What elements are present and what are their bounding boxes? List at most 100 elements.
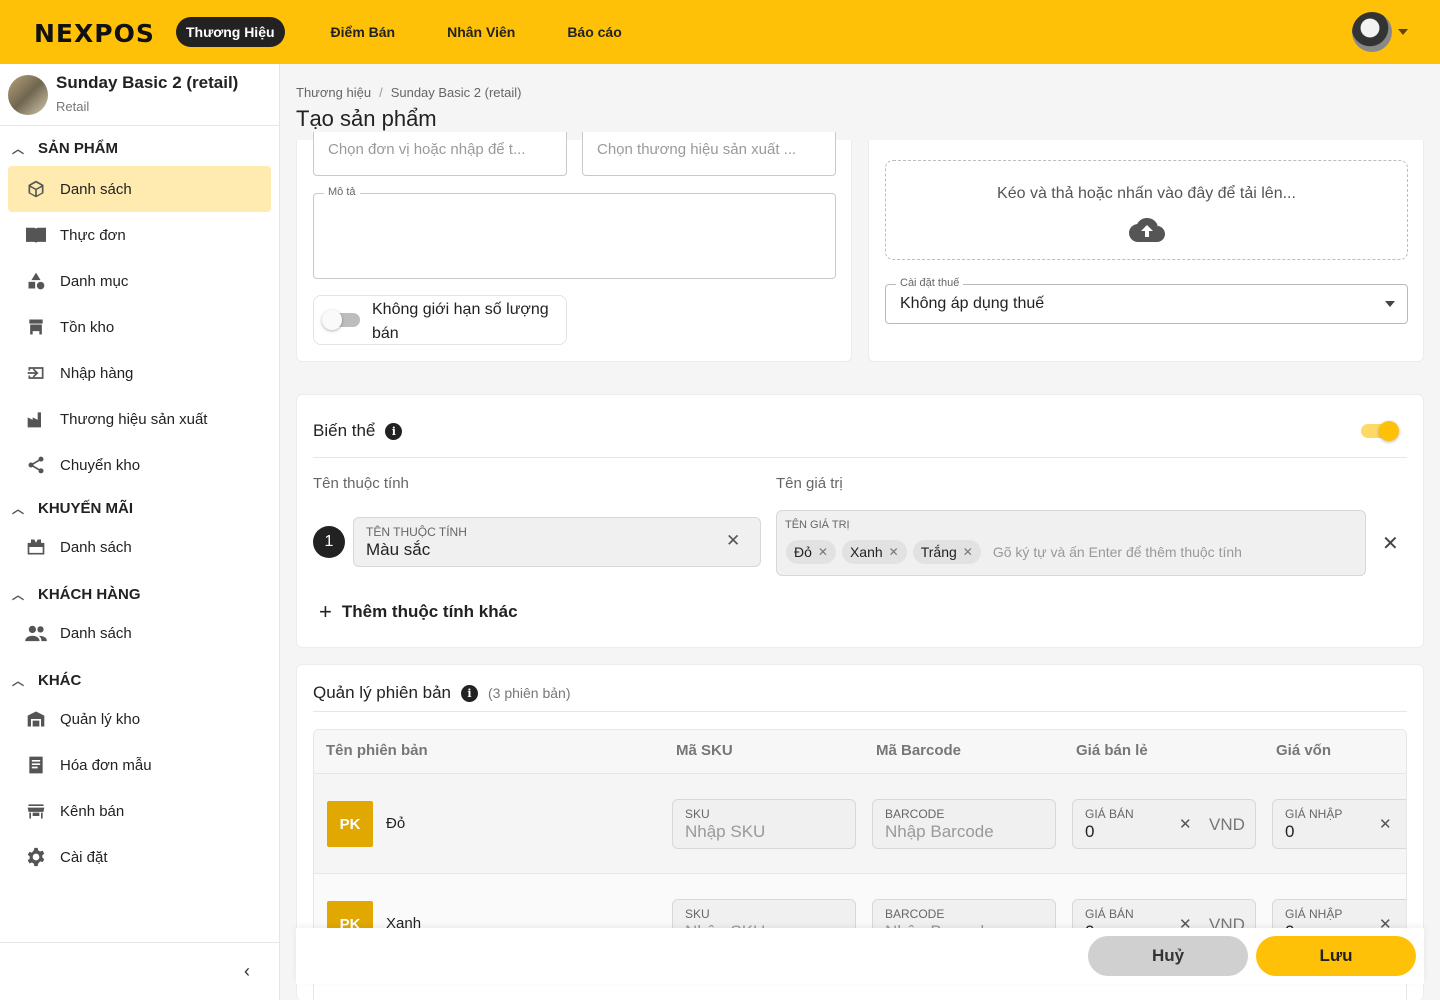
close-icon[interactable]: ✕ [818, 545, 828, 559]
sidebar-item-label: Cài đặt [60, 848, 108, 866]
header-name: Tên phiên bản [326, 742, 428, 759]
variants-card: Biến thể i Tên thuộc tính Tên giá trị 1 … [296, 394, 1424, 648]
versions-title: Quản lý phiên bản [313, 683, 451, 702]
cost-label: GIÁ NHẬP [1285, 807, 1343, 821]
sidebar-item-product-list[interactable]: Danh sách [8, 166, 271, 212]
close-icon[interactable]: ✕ [963, 545, 973, 559]
divider [313, 457, 1407, 458]
section-title: SẢN PHẨM [38, 139, 119, 157]
action-bar: Huỷ Lưu [296, 928, 1424, 984]
attr-column-header: Tên thuộc tính [313, 475, 409, 492]
section-title: KHUYẾN MÃI [38, 499, 134, 517]
warehouse-icon [24, 707, 48, 731]
header-cost-price: Giá vốn [1276, 742, 1332, 759]
versions-count: (3 phiên bản) [488, 685, 571, 701]
values-input-placeholder[interactable]: Gõ ký tự và ấn Enter để thêm thuộc tính [993, 544, 1242, 560]
sidebar-item-inventory[interactable]: Tồn kho [8, 304, 271, 350]
info-icon[interactable]: i [385, 422, 403, 440]
price-value: 0 [1085, 822, 1095, 841]
attribute-values-field[interactable]: TÊN GIÁ TRỊ Đỏ ✕ Xanh ✕ Trắng ✕ Gõ ký tự và… [776, 510, 1366, 576]
sidebar-item-label: Thương hiệu sản xuất [60, 410, 208, 428]
store-avatar [8, 75, 48, 115]
breadcrumb: Thương hiệu / Sunday Basic 2 (retail) [296, 85, 522, 100]
variant-badge: PK [327, 801, 373, 847]
sidebar-item-settings[interactable]: Cài đặt [8, 834, 271, 880]
save-button[interactable]: Lưu [1256, 936, 1416, 976]
nexpos-logo[interactable]: NEXPOS [34, 19, 155, 48]
sidebar-item-promo-list[interactable]: Danh sách [8, 524, 271, 570]
sidebar-item-manufacturer[interactable]: Thương hiệu sản xuất [8, 396, 271, 442]
sidebar-item-menu[interactable]: Thực đơn [8, 212, 271, 258]
tax-label: Cài đặt thuế [896, 277, 964, 289]
section-products[interactable]: ︿ SẢN PHẨM [12, 136, 118, 160]
unlimited-stock-toggle[interactable]: Không giới hạn số lượng bán [313, 295, 567, 345]
price-input[interactable]: GIÁ BÁN 0 ✕ VND [1072, 799, 1256, 849]
value-chip: Trắng ✕ [912, 540, 981, 564]
nav-store[interactable]: Điểm Bán [321, 17, 406, 47]
chevron-left-icon[interactable]: ‹ [244, 961, 250, 982]
tax-value: Không áp dụng thuế [900, 295, 1045, 312]
attribute-name-field[interactable]: TÊN THUỘC TÍNH Màu sắc ✕ [353, 517, 761, 567]
user-avatar[interactable] [1352, 12, 1392, 52]
nav-staff[interactable]: Nhân Viên [437, 17, 525, 47]
sku-label: SKU [685, 807, 710, 821]
share-icon [24, 453, 48, 477]
sku-input[interactable]: SKU Nhập SKU [672, 799, 856, 849]
clear-icon[interactable]: ✕ [1179, 815, 1192, 833]
variants-switch-knob[interactable] [1379, 421, 1399, 441]
gear-icon [24, 845, 48, 869]
breadcrumb-store[interactable]: Sunday Basic 2 (retail) [391, 85, 522, 100]
upload-dropzone[interactable]: Kéo và thả hoặc nhấn vào đây để tải lên.… [885, 160, 1408, 260]
chevron-up-icon: ︿ [12, 141, 25, 156]
sidebar-item-transfer[interactable]: Chuyển kho [8, 442, 271, 488]
chip-label: Xanh [849, 544, 883, 560]
upload-text: Kéo và thả hoặc nhấn vào đây để tải lên.… [997, 185, 1296, 202]
sidebar: Sunday Basic 2 (retail) Retail ︿ SẢN PHẨM… [0, 64, 280, 1000]
sidebar-item-sales-channel[interactable]: Kênh bán [8, 788, 271, 834]
nav-brand[interactable]: Thương Hiệu [176, 17, 285, 47]
info-icon[interactable]: i [461, 684, 478, 702]
clear-icon[interactable]: ✕ [726, 531, 740, 551]
close-icon[interactable]: ✕ [889, 545, 899, 559]
cancel-button[interactable]: Huỷ [1088, 936, 1248, 976]
table-row: PK Đỏ SKU Nhập SKU BARCODE Nhập Barcode … [314, 774, 1406, 874]
page-title: Tạo sản phẩm [296, 106, 437, 131]
section-promotions[interactable]: ︿ KHUYẾN MÃI [12, 496, 133, 520]
people-icon [24, 621, 48, 645]
caret-down-icon[interactable] [1398, 29, 1408, 35]
add-attribute-button[interactable]: + Thêm thuộc tính khác [319, 599, 518, 625]
breadcrumb-brand[interactable]: Thương hiệu [296, 85, 371, 100]
sidebar-item-category[interactable]: Danh mục [8, 258, 271, 304]
receipt-icon [24, 753, 48, 777]
chevron-up-icon: ︿ [12, 673, 25, 688]
barcode-input[interactable]: BARCODE Nhập Barcode [872, 799, 1056, 849]
store-header[interactable]: Sunday Basic 2 (retail) Retail [0, 64, 280, 126]
variants-header: Biến thể i [313, 421, 403, 441]
sidebar-item-customer-list[interactable]: Danh sách [8, 610, 271, 656]
sidebar-item-label: Quản lý kho [60, 710, 141, 728]
versions-header: Quản lý phiên bản i (3 phiên bản) [313, 683, 571, 703]
description-textarea[interactable]: Mô tả [313, 186, 836, 279]
sidebar-item-warehouse[interactable]: Quản lý kho [8, 696, 271, 742]
brand-select[interactable]: Chọn thương hiệu sản xuất ... [582, 132, 836, 176]
clear-icon[interactable]: ✕ [1379, 815, 1392, 833]
sidebar-item-invoice-template[interactable]: Hóa đơn mẫu [8, 742, 271, 788]
nav-report[interactable]: Báo cáo [557, 17, 631, 47]
remove-attribute-icon[interactable]: ✕ [1382, 531, 1399, 556]
divider [313, 711, 1407, 712]
tax-select[interactable]: Cài đặt thuế Không áp dụng thuế [885, 277, 1408, 324]
currency-label: VND [1209, 815, 1245, 834]
gift-card-icon [24, 535, 48, 559]
unit-placeholder: Chọn đơn vị hoặc nhập để t... [328, 141, 526, 158]
switch-knob[interactable] [322, 310, 342, 330]
cost-input[interactable]: GIÁ NHẬP 0 ✕ [1272, 799, 1406, 849]
section-customers[interactable]: ︿ KHÁCH HÀNG [12, 582, 141, 606]
section-other[interactable]: ︿ KHÁC [12, 668, 81, 692]
sidebar-item-import[interactable]: Nhập hàng [8, 350, 271, 396]
unit-select[interactable]: Chọn đơn vị hoặc nhập để t... [313, 132, 567, 176]
sidebar-item-label: Nhập hàng [60, 364, 134, 382]
attribute-name-value: Màu sắc [366, 540, 431, 559]
price-label: GIÁ BÁN [1085, 807, 1134, 821]
sidebar-item-label: Tồn kho [60, 318, 115, 336]
cost-label: GIÁ NHẬP [1285, 907, 1343, 921]
